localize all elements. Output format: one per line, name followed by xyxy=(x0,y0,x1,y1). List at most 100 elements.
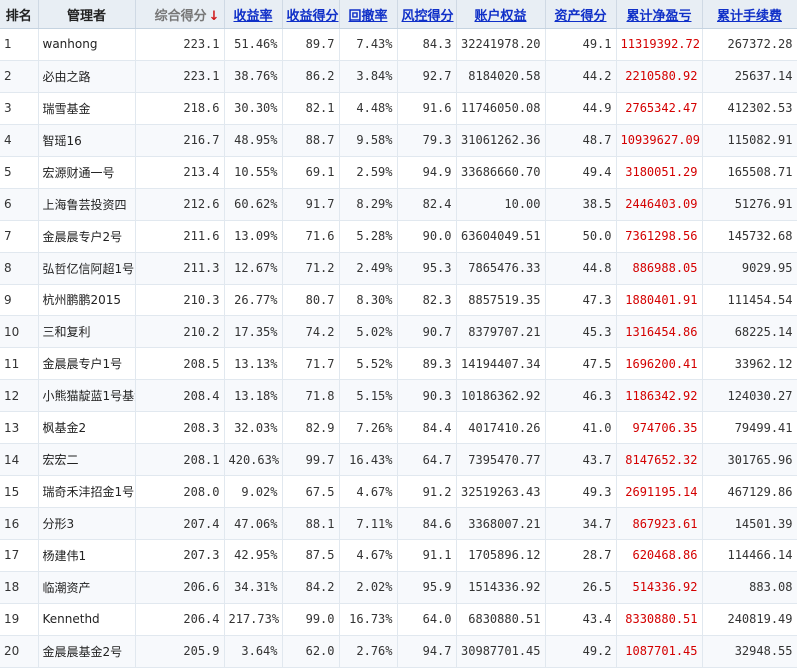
cell-return-rate: 12.67% xyxy=(224,252,283,285)
cell-cum-fee: 79499.41 xyxy=(702,411,797,445)
cell-risk-score: 84.3 xyxy=(397,28,457,61)
cell-drawdown: 4.48% xyxy=(339,92,398,125)
sort-link-risk-score[interactable]: 风控得分 xyxy=(402,9,454,24)
header-equity[interactable]: 账户权益 xyxy=(456,0,546,29)
header-return-rate[interactable]: 收益率 xyxy=(224,0,283,29)
cell-equity: 30987701.45 xyxy=(456,635,546,668)
cell-cum-fee: 115082.91 xyxy=(702,124,797,157)
cell-equity: 11746050.08 xyxy=(456,92,546,125)
table-row: 15 瑞奇禾沣招金1号 208.0 9.02% 67.5 4.67% 91.2 3251926… xyxy=(0,475,797,509)
cell-equity: 1705896.12 xyxy=(456,539,546,572)
cell-drawdown: 4.67% xyxy=(339,475,398,509)
cell-return-score: 74.2 xyxy=(282,315,340,349)
cell-equity: 7865476.33 xyxy=(456,252,546,285)
header-risk-score[interactable]: 风控得分 xyxy=(397,0,457,29)
cell-equity: 14194407.34 xyxy=(456,347,546,381)
header-composite-score[interactable]: 综合得分 ↓ xyxy=(135,0,225,29)
header-cum-pnl[interactable]: 累计净盈亏 xyxy=(616,0,703,29)
header-manager-label: 管理者 xyxy=(66,8,106,24)
sort-link-cum-fee[interactable]: 累计手续费 xyxy=(717,9,782,24)
cell-cum-fee: 111454.54 xyxy=(702,284,797,317)
header-return-score[interactable]: 收益得分 xyxy=(282,0,340,29)
table-row: 20 金晨晨基金2号 205.9 3.64% 62.0 2.76% 94.7 30987701… xyxy=(0,635,797,668)
cell-drawdown: 9.58% xyxy=(339,124,398,157)
header-rank-label: 排名 xyxy=(5,8,32,24)
cell-return-score: 71.6 xyxy=(282,220,340,253)
cell-drawdown: 7.26% xyxy=(339,411,398,445)
header-cum-fee[interactable]: 累计手续费 xyxy=(702,0,797,29)
cell-return-rate: 34.31% xyxy=(224,571,283,604)
sort-link-equity[interactable]: 账户权益 xyxy=(474,9,526,24)
cell-risk-score: 92.7 xyxy=(397,60,457,93)
cell-risk-score: 84.4 xyxy=(397,411,457,445)
cell-composite-score: 208.5 xyxy=(135,347,225,381)
cell-return-rate: 3.64% xyxy=(224,635,283,668)
sort-desc-icon[interactable]: ↓ xyxy=(209,9,220,24)
cell-cum-fee: 68225.14 xyxy=(702,315,797,349)
sort-link-drawdown[interactable]: 回撤率 xyxy=(348,9,387,24)
cell-return-score: 62.0 xyxy=(282,635,340,668)
cell-cum-pnl: 10939627.09 xyxy=(616,124,703,157)
sort-link-return-score[interactable]: 收益得分 xyxy=(287,9,339,24)
cell-manager-name: 杭州鹏鹏2015 xyxy=(38,284,136,317)
cell-drawdown: 5.02% xyxy=(339,315,398,349)
cell-composite-score: 207.4 xyxy=(135,507,225,540)
cell-drawdown: 2.49% xyxy=(339,252,398,285)
cell-manager-name: 金晨晨专户2号 xyxy=(38,220,136,253)
cell-rank: 15 xyxy=(0,475,39,509)
cell-drawdown: 8.30% xyxy=(339,284,398,317)
cell-drawdown: 8.29% xyxy=(339,188,398,221)
cell-cum-pnl: 867923.61 xyxy=(616,507,703,540)
cell-asset-score: 49.3 xyxy=(545,475,617,509)
table-row: 14 宏宏二 208.1 420.63% 99.7 16.43% 64.7 7395470.7… xyxy=(0,443,797,477)
cell-return-score: 80.7 xyxy=(282,284,340,317)
cell-manager-name: 宏宏二 xyxy=(38,443,136,477)
cell-return-rate: 26.77% xyxy=(224,284,283,317)
cell-manager-name: 宏源财通一号 xyxy=(38,156,136,189)
cell-asset-score: 47.3 xyxy=(545,284,617,317)
cell-asset-score: 34.7 xyxy=(545,507,617,540)
cell-risk-score: 95.9 xyxy=(397,571,457,604)
cell-risk-score: 94.7 xyxy=(397,635,457,668)
header-drawdown[interactable]: 回撤率 xyxy=(339,0,398,29)
cell-rank: 7 xyxy=(0,220,39,253)
cell-rank: 19 xyxy=(0,603,39,636)
cell-drawdown: 7.43% xyxy=(339,28,398,61)
cell-rank: 6 xyxy=(0,188,39,221)
cell-manager-name: 瑞奇禾沣招金1号 xyxy=(38,475,136,509)
cell-drawdown: 5.52% xyxy=(339,347,398,381)
header-composite-label[interactable]: 综合得分 xyxy=(155,9,207,24)
sort-link-cum-pnl[interactable]: 累计净盈亏 xyxy=(626,9,691,24)
header-asset-score[interactable]: 资产得分 xyxy=(545,0,617,29)
cell-manager-name: Kennethd xyxy=(38,603,136,636)
table-row: 16 分形3 207.4 47.06% 88.1 7.11% 84.6 3368007.21 3… xyxy=(0,507,797,540)
cell-risk-score: 79.3 xyxy=(397,124,457,157)
cell-risk-score: 89.3 xyxy=(397,347,457,381)
cell-return-rate: 13.13% xyxy=(224,347,283,381)
cell-return-score: 82.1 xyxy=(282,92,340,125)
cell-asset-score: 45.3 xyxy=(545,315,617,349)
cell-composite-score: 210.2 xyxy=(135,315,225,349)
cell-composite-score: 211.3 xyxy=(135,252,225,285)
table-row: 11 金晨晨专户1号 208.5 13.13% 71.7 5.52% 89.3 1419440… xyxy=(0,347,797,381)
cell-equity: 10186362.92 xyxy=(456,379,546,413)
table-row: 10 三和复利 210.2 17.35% 74.2 5.02% 90.7 8379707.21… xyxy=(0,315,797,349)
cell-cum-pnl: 1186342.92 xyxy=(616,379,703,413)
cell-cum-fee: 114466.14 xyxy=(702,539,797,572)
cell-return-rate: 51.46% xyxy=(224,28,283,61)
cell-rank: 14 xyxy=(0,443,39,477)
cell-drawdown: 16.73% xyxy=(339,603,398,636)
sort-link-return-rate[interactable]: 收益率 xyxy=(233,9,272,24)
cell-cum-pnl: 514336.92 xyxy=(616,571,703,604)
cell-manager-name: 小熊猫靛蓝1号基金 xyxy=(38,379,136,413)
table-row: 19 Kennethd 206.4 217.73% 99.0 16.73% 64.0 6830… xyxy=(0,603,797,636)
cell-asset-score: 26.5 xyxy=(545,571,617,604)
table-row: 9 杭州鹏鹏2015 210.3 26.77% 80.7 8.30% 82.3 8857519… xyxy=(0,284,797,317)
cell-composite-score: 212.6 xyxy=(135,188,225,221)
cell-asset-score: 43.7 xyxy=(545,443,617,477)
cell-rank: 16 xyxy=(0,507,39,540)
cell-return-score: 88.1 xyxy=(282,507,340,540)
cell-asset-score: 49.2 xyxy=(545,635,617,668)
sort-link-asset-score[interactable]: 资产得分 xyxy=(554,9,606,24)
cell-cum-pnl: 886988.05 xyxy=(616,252,703,285)
